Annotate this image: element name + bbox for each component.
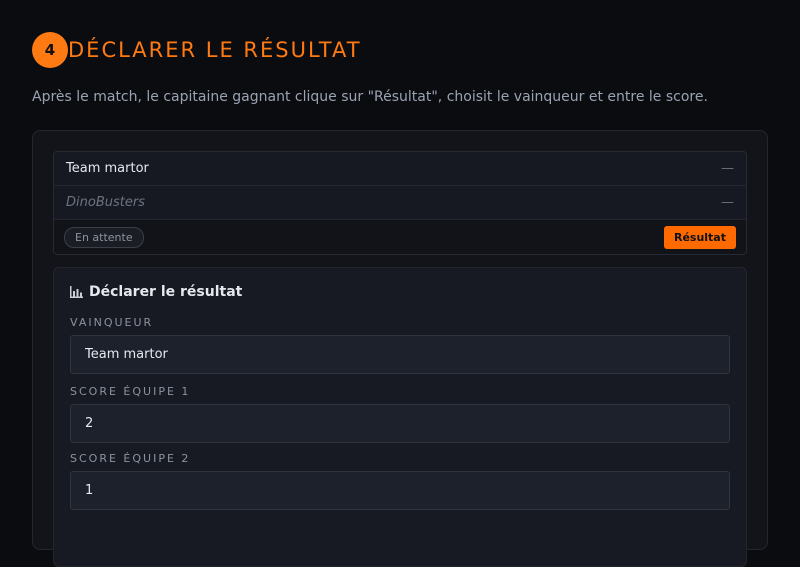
step-number-badge: 4 [32,32,68,68]
result-button[interactable]: Résultat [663,225,736,249]
team-row-1: Team martor — [54,152,746,186]
step-description: Après le match, le capitaine gagnant cli… [32,89,708,105]
team-1-score: — [721,161,734,176]
winner-label: VAINQUEUR [70,316,154,329]
form-title: Déclarer le résultat [70,284,242,300]
step-header: 4 DÉCLARER LE RÉSULTAT [32,32,362,68]
winner-field[interactable] [70,335,730,374]
bar-chart-icon [70,286,83,298]
match-card-footer: En attente Résultat [54,220,746,254]
score-team-2-label: SCORE ÉQUIPE 2 [70,452,191,465]
team-2-score: — [721,195,734,210]
team-2-name: DinoBusters [66,195,145,210]
status-badge: En attente [64,226,144,248]
result-form: Déclarer le résultat VAINQUEUR SCORE ÉQU… [53,267,747,567]
team-1-name: Team martor [66,161,149,176]
match-card: Team martor — DinoBusters — En attente R… [53,151,747,255]
score-team-1-field[interactable] [70,404,730,443]
step-title: DÉCLARER LE RÉSULTAT [68,38,362,62]
demo-panel: Team martor — DinoBusters — En attente R… [32,130,768,567]
team-row-2: DinoBusters — [54,186,746,220]
score-team-2-field[interactable] [70,471,730,510]
form-title-text: Déclarer le résultat [89,284,243,300]
score-team-1-label: SCORE ÉQUIPE 1 [70,385,191,398]
